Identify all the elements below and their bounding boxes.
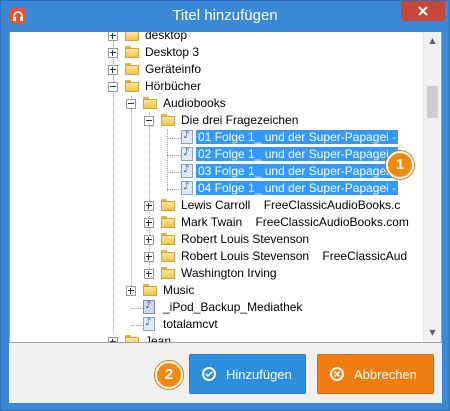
expand-icon[interactable] — [144, 252, 154, 262]
expand-icon[interactable] — [144, 269, 154, 279]
tree-item-washington-irving[interactable]: Washington Irving — [10, 265, 430, 282]
callout-badge-1: 1 — [386, 151, 414, 179]
tree-item-track-01[interactable]: 01 Folge 1_ und der Super-Papagei - — [10, 129, 430, 146]
tree-item-label: Mark Twain FreeClassicAudioBooks.com — [181, 215, 409, 229]
tree-item-label: Lewis Carroll FreeClassicAudioBooks.c — [181, 198, 401, 212]
folder-icon — [125, 32, 139, 41]
folder-icon — [143, 284, 157, 296]
x-circle-icon — [330, 367, 344, 381]
add-button-label: Hinzufügen — [226, 367, 292, 382]
tree-item-totalamcvt[interactable]: totalamcvt — [10, 316, 430, 333]
window-title: Titel hinzufügen — [172, 7, 278, 24]
tree-item-label: Robert Louis Stevenson — [181, 232, 310, 246]
folder-open-icon — [143, 97, 157, 109]
tree-item-lewis-carroll[interactable]: Lewis Carroll FreeClassicAudioBooks.c — [10, 197, 430, 214]
audio-file-icon — [181, 164, 193, 178]
tree-item-label: Hörbücher — [145, 79, 202, 93]
tree-item-label: Jean — [145, 334, 172, 343]
folder-tree[interactable]: desktop Desktop 3 Geräteinfo Hörbücher A… — [9, 32, 442, 343]
tree-item-label: Die drei Fragezeichen — [181, 113, 299, 127]
audio-file-icon — [181, 130, 193, 144]
tree-item-label: Washington Irving — [181, 266, 277, 280]
tree-item-label: desktop — [145, 32, 188, 42]
audio-file-icon — [181, 147, 193, 161]
folder-open-icon — [161, 114, 175, 126]
cancel-button-label: Abbrechen — [354, 367, 417, 382]
folder-icon — [161, 216, 175, 228]
tree-item-track-02[interactable]: 02 Folge 1_ und der Super-Papagei - — [10, 146, 430, 163]
audio-file-icon — [181, 181, 193, 195]
scroll-down-arrow-icon[interactable]: ▼ — [424, 324, 441, 341]
tree-item-audiobooks[interactable]: Audiobooks — [10, 95, 430, 112]
tree-item-label: Robert Louis Stevenson FreeClassicAud — [181, 249, 408, 263]
folder-icon — [125, 335, 139, 342]
tree-item-hoerbuecher[interactable]: Hörbücher — [10, 78, 430, 95]
tree-item-mark-twain[interactable]: Mark Twain FreeClassicAudioBooks.com — [10, 214, 430, 231]
vertical-scrollbar[interactable]: ▲ ▼ — [423, 32, 441, 342]
tree-item-track-04[interactable]: 04 Folge 1_ und der Super-Papagei - — [10, 180, 430, 197]
dialog-window: Titel hinzufügen desktop Desktop 3 Gerät… — [0, 0, 450, 411]
folder-icon — [161, 233, 175, 245]
tree-item-desktop-3[interactable]: Desktop 3 — [10, 44, 430, 61]
dialog-client-area: desktop Desktop 3 Geräteinfo Hörbücher A… — [9, 32, 442, 403]
tree-item-geraeteinfo[interactable]: Geräteinfo — [10, 61, 430, 78]
library-file-icon — [143, 300, 155, 314]
add-button[interactable]: Hinzufügen — [189, 354, 306, 394]
tree-item-label: 01 Folge 1_ und der Super-Papagei - — [196, 130, 399, 144]
tree-item-label: _iPod_Backup_Mediathek — [163, 300, 303, 314]
expand-icon[interactable] — [108, 48, 118, 58]
tree-item-label: 03 Folge 1_ und der Super-Papagei - — [196, 164, 399, 178]
expand-icon[interactable] — [144, 218, 154, 228]
tree-item-track-03[interactable]: 03 Folge 1_ und der Super-Papagei - — [10, 163, 430, 180]
folder-icon — [161, 267, 175, 279]
expand-icon[interactable] — [108, 32, 118, 41]
tree-item-label: 04 Folge 1_ und der Super-Papagei - — [196, 181, 399, 195]
expand-icon[interactable] — [108, 65, 118, 75]
tree-item-label: Audiobooks — [163, 96, 226, 110]
tree-item-label: totalamcvt — [163, 317, 218, 331]
tree-item-label: 02 Folge 1_ und der Super-Papagei - — [196, 147, 399, 161]
folder-icon — [161, 199, 175, 211]
cancel-button[interactable]: Abbrechen — [317, 354, 434, 394]
folder-icon — [161, 250, 175, 262]
collapse-icon[interactable] — [144, 116, 154, 126]
tree-item-die-drei-fragezeichen[interactable]: Die drei Fragezeichen — [10, 112, 430, 129]
expand-icon[interactable] — [144, 201, 154, 211]
tree-item-ipod-backup[interactable]: _iPod_Backup_Mediathek — [10, 299, 430, 316]
tree-item-music[interactable]: Music — [10, 282, 430, 299]
tree-item-label: Geräteinfo — [145, 62, 202, 76]
folder-open-icon — [125, 80, 139, 92]
tree-item-label: Music — [163, 283, 195, 297]
scrollbar-thumb[interactable] — [427, 86, 438, 118]
check-circle-icon — [202, 367, 216, 381]
title-bar[interactable]: Titel hinzufügen — [1, 1, 449, 31]
expand-icon[interactable] — [126, 286, 136, 296]
tree-item-robert-louis-stevenson-2[interactable]: Robert Louis Stevenson FreeClassicAud — [10, 248, 430, 265]
close-button[interactable] — [401, 1, 445, 21]
expand-icon[interactable] — [144, 235, 154, 245]
tree-item-jean[interactable]: Jean — [10, 333, 430, 343]
scroll-up-arrow-icon[interactable]: ▲ — [424, 32, 441, 49]
tree-item-label: Desktop 3 — [145, 45, 200, 59]
tree-item-desktop[interactable]: desktop — [10, 32, 430, 44]
folder-icon — [125, 63, 139, 75]
folder-icon — [125, 46, 139, 58]
collapse-icon[interactable] — [126, 99, 136, 109]
tree-item-robert-louis-stevenson[interactable]: Robert Louis Stevenson — [10, 231, 430, 248]
expand-icon[interactable] — [108, 337, 118, 342]
audio-file-icon — [143, 317, 155, 331]
collapse-icon[interactable] — [108, 82, 118, 92]
callout-badge-2: 2 — [155, 361, 183, 389]
